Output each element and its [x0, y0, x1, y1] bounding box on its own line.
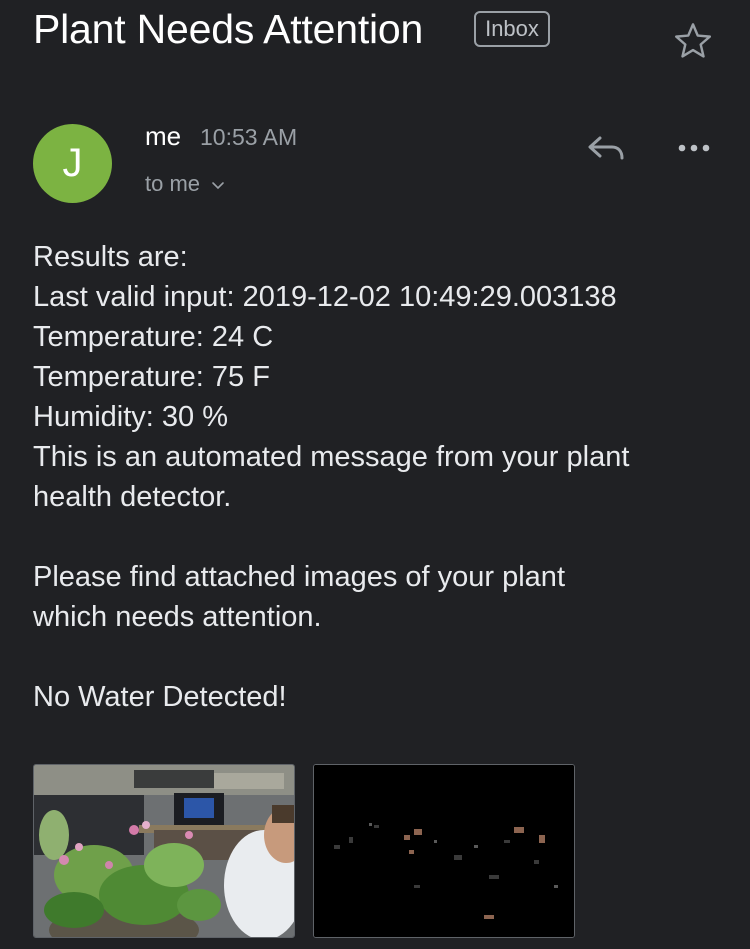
chevron-down-icon [212, 182, 224, 190]
body-line: Last valid input: 2019-12-02 10:49:29.00… [33, 281, 617, 313]
more-options-icon[interactable] [675, 136, 715, 160]
email-body: Results are: Last valid input: 2019-12-0… [33, 237, 733, 717]
dark-mask-photo [314, 765, 574, 937]
body-line: which needs attention. [33, 601, 322, 633]
email-view: Plant Needs Attention Inbox J me 10:53 A… [0, 0, 750, 949]
recipient-details-toggle[interactable]: to me [145, 171, 226, 197]
body-line: This is an automated message from your p… [33, 441, 630, 473]
reply-icon[interactable] [585, 130, 627, 166]
star-icon[interactable] [672, 20, 714, 62]
body-line: Temperature: 24 C [33, 321, 274, 353]
body-line: Please find attached images of your plan… [33, 561, 565, 593]
body-line: No Water Detected! [33, 681, 287, 713]
sender-name: me [145, 121, 182, 151]
plant-photo [34, 765, 294, 937]
avatar[interactable]: J [33, 124, 112, 203]
recipient-label: to me [145, 171, 201, 196]
inbox-label-chip[interactable]: Inbox [474, 11, 550, 47]
body-line: Results are: [33, 241, 188, 273]
attachment-image-plant[interactable] [33, 764, 295, 938]
attachment-image-mask[interactable] [313, 764, 575, 938]
body-line: Humidity: 30 % [33, 401, 229, 433]
email-time: 10:53 AM [200, 124, 298, 150]
body-line: health detector. [33, 481, 232, 513]
body-line: Temperature: 75 F [33, 361, 270, 393]
email-subject: Plant Needs Attention [33, 6, 424, 52]
